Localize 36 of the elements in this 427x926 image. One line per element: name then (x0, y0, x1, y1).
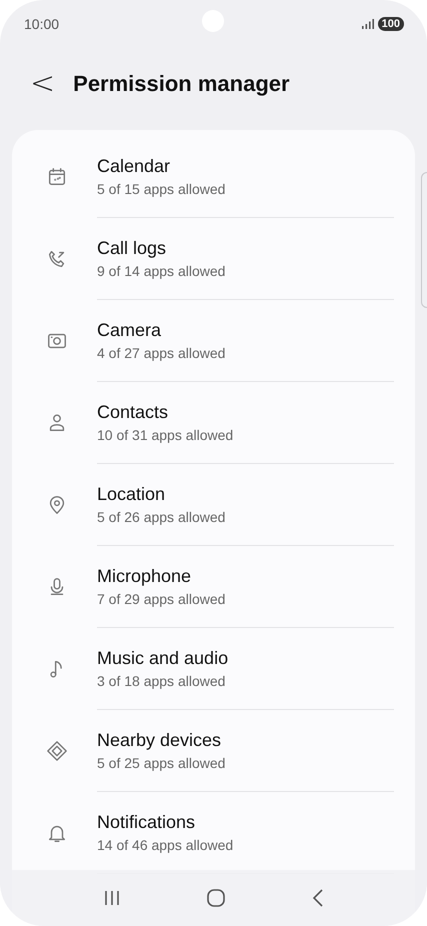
permission-count: 5 of 15 apps allowed (97, 181, 226, 197)
permission-item[interactable]: Location 5 of 26 apps allowed (12, 464, 415, 546)
permission-count: 3 of 18 apps allowed (97, 673, 226, 689)
permission-title: Contacts (97, 402, 170, 423)
permission-item[interactable]: Calendar 5 of 15 apps allowed (12, 136, 415, 218)
permission-item[interactable]: Microphone 7 of 29 apps allowed (12, 546, 415, 628)
permission-count: 14 of 46 apps allowed (97, 837, 234, 853)
calendar-icon (46, 166, 68, 188)
permission-count: 5 of 26 apps allowed (97, 509, 226, 525)
permission-title: Call logs (97, 238, 168, 259)
permission-title: Calendar (97, 156, 172, 177)
diamond-icon (46, 740, 68, 762)
permission-count: 10 of 31 apps allowed (97, 427, 234, 443)
page-title: Permission manager (73, 71, 290, 97)
permission-item[interactable]: Call logs 9 of 14 apps allowed (12, 218, 415, 300)
status-time: 10:00 (24, 16, 60, 32)
permission-count: 7 of 29 apps allowed (97, 591, 226, 607)
recents-icon[interactable] (102, 889, 120, 907)
permission-count: 5 of 25 apps allowed (97, 755, 226, 771)
permission-count: 4 of 27 apps allowed (97, 345, 226, 361)
home-icon[interactable] (206, 888, 226, 908)
back-icon[interactable] (310, 888, 324, 908)
permission-title: Camera (97, 320, 162, 341)
permission-item[interactable]: Camera 4 of 27 apps allowed (12, 300, 415, 382)
signal-icon (362, 19, 374, 29)
back-button[interactable]: < (30, 69, 56, 99)
permission-title: Microphone (97, 566, 192, 587)
permission-title: Location (97, 484, 166, 505)
permission-title: Music and audio (97, 648, 230, 669)
permission-item[interactable]: Contacts 10 of 31 apps allowed (12, 382, 415, 464)
permission-title: Nearby devices (97, 730, 222, 751)
permission-item[interactable]: Nearby devices 5 of 25 apps allowed (12, 710, 415, 792)
permission-title: Notifications (97, 812, 196, 833)
permission-count: 9 of 14 apps allowed (97, 263, 226, 279)
permission-item[interactable]: Music and audio 3 of 18 apps allowed (12, 628, 415, 710)
battery-level: 100 (378, 17, 404, 31)
